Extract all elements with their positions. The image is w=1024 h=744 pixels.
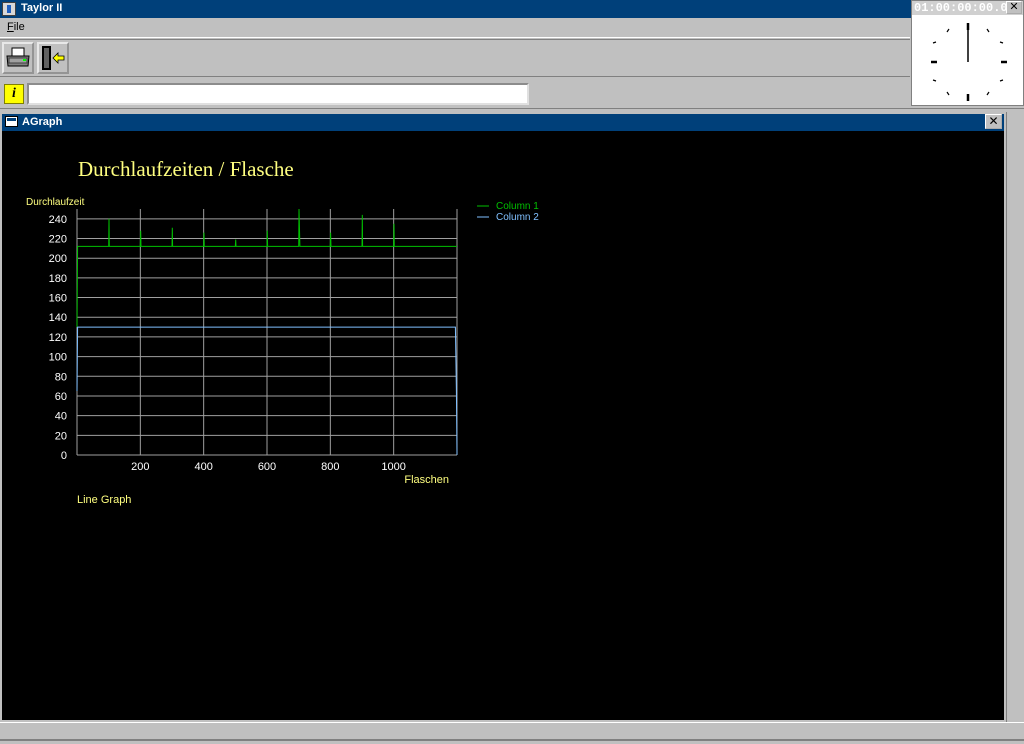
y-tick-label: 200 [49,253,67,265]
legend-label-1: Column 1 [496,201,539,212]
y-tick-label: 20 [55,430,67,442]
chart-legend: Column 1Column 2 [477,201,539,223]
x-tick-label: 600 [258,461,276,473]
x-tick-label: 800 [321,461,339,473]
clock-close-button[interactable]: ✕ [1006,1,1022,14]
exit-door-icon [42,46,65,70]
y-axis-label: Durchlaufzeit [26,197,85,208]
y-tick-label: 40 [55,411,67,423]
status-bar-line [0,739,1024,741]
app-titlebar[interactable]: Taylor II [0,0,1024,18]
exit-button[interactable] [37,42,69,74]
info-field[interactable] [27,83,529,105]
agraph-titlebar[interactable] [2,114,1004,131]
info-icon: i [4,84,24,104]
clock-titlebar: 01:00:00:00.0 ✕ [912,1,1023,15]
y-tick-label: 220 [49,234,67,246]
menubar: File [0,18,910,38]
window-icon[interactable] [5,116,18,127]
y-tick-label: 240 [49,214,67,226]
print-button[interactable] [2,42,34,74]
clock-time: 01:00:00:00.0 [914,1,1008,15]
x-tick-label: 400 [194,461,212,473]
x-tick-label: 1000 [381,461,405,473]
x-axis-label: Flaschen [404,474,449,486]
app-title: Taylor II [21,2,63,14]
x-tick-label: 200 [131,461,149,473]
chart-ticks: 0 20 40 60 80 100 120 140 160 180 200 220 240 200 400 6… [49,214,406,473]
legend-label-2: Column 2 [496,212,539,223]
y-tick-label: 160 [49,293,67,305]
app-icon [2,2,16,16]
menu-file[interactable]: File [7,21,25,33]
y-tick-label: 140 [49,312,67,324]
chart: Durchlaufzeiten / Flasche Durchlaufzeit … [26,157,539,506]
agraph-close-button[interactable]: ✕ [985,114,1002,129]
y-tick-label: 100 [49,352,67,364]
y-tick-label: 80 [55,371,67,383]
chart-title: Durchlaufzeiten / Flasche [78,157,294,181]
menu-file-rest: ile [13,21,25,33]
clock-widget: 01:00:00:00.0 ✕ [911,0,1024,106]
menu-file-accel: F [7,21,14,33]
y-tick-label: 0 [61,450,67,462]
agraph-title: AGraph [22,116,63,128]
y-tick-label: 60 [55,391,67,403]
toolbar [0,39,910,77]
y-tick-label: 180 [49,273,67,285]
y-tick-label: 120 [49,332,67,344]
clock-face-icon [931,23,1007,101]
printer-icon [6,47,30,67]
chart-caption: Line Graph [77,494,131,506]
window-right-border [1006,112,1024,722]
